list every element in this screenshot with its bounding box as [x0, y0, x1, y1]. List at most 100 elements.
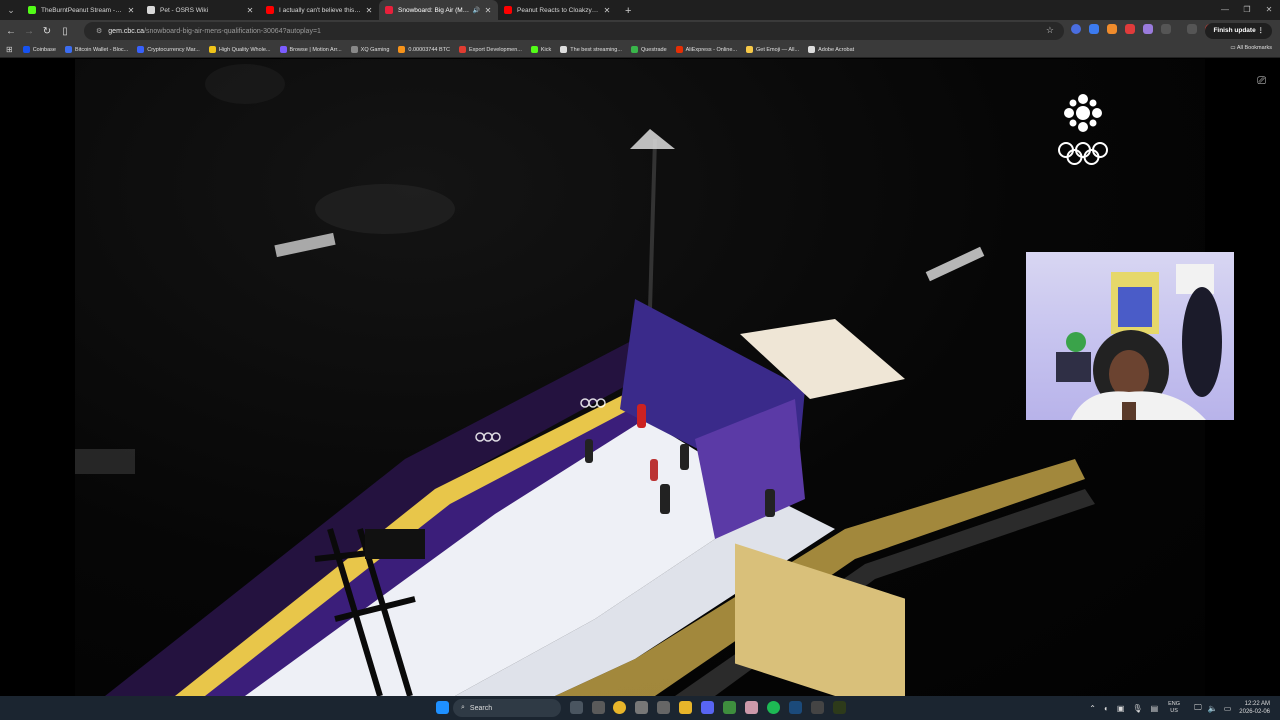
address-bar[interactable]: ⚙ gem.cbc.ca/snowboard-big-air-mens-qual…	[84, 22, 1064, 40]
finish-update-label: Finish update	[1213, 27, 1256, 34]
restore-icon[interactable]: ❐	[1236, 0, 1258, 20]
browser-tab[interactable]: Snowboard: Big Air (Men's 🔊 ✕	[379, 0, 498, 20]
reload-icon[interactable]: ↻	[38, 26, 56, 37]
bookmark-favicon-icon	[208, 46, 216, 53]
tab-strip: ⌄ TheBurntPeanut Stream - Watc ✕ Pet - OSR…	[0, 0, 1280, 20]
apps-grid-icon[interactable]: ⊞	[6, 45, 13, 54]
back-icon[interactable]: ←	[2, 26, 20, 37]
bookmark-item[interactable]: 0.00003744 BTC	[398, 46, 450, 53]
taskbar-app-icon[interactable]	[657, 701, 670, 714]
network-icon[interactable]: 🖵	[1194, 703, 1202, 713]
bookmark-favicon-icon	[279, 46, 287, 53]
volume-icon[interactable]: 🔈	[1208, 704, 1218, 713]
bookmark-label: Export Developmen...	[469, 46, 522, 53]
bookmark-label: Questrade	[640, 46, 667, 53]
bookmark-favicon-icon	[350, 46, 358, 53]
tab-favicon-icon	[266, 6, 274, 14]
bookmark-item[interactable]: Coinbase	[22, 46, 56, 53]
bookmark-item[interactable]: Get Emoji — All...	[746, 46, 799, 53]
bookmark-item[interactable]: The best streaming...	[560, 46, 622, 53]
tab-favicon-icon	[28, 6, 36, 14]
extensions-puzzle-icon[interactable]	[1161, 24, 1171, 34]
tab-close-icon[interactable]: ✕	[484, 6, 492, 15]
taskbar-app-icon[interactable]	[592, 701, 605, 714]
finish-update-button[interactable]: Finish update ⋮	[1205, 23, 1272, 39]
tray-overflow-icon[interactable]: ⌃	[1089, 704, 1096, 713]
browser-tab[interactable]: I actually can't believe this... - Y ✕	[260, 0, 379, 20]
tab-close-icon[interactable]: ✕	[127, 6, 135, 15]
extension-icon[interactable]	[1107, 24, 1117, 34]
bookmark-item[interactable]: Browse | Motion Arr...	[279, 46, 342, 53]
bookmark-item[interactable]: Adobe Acrobat	[808, 46, 854, 53]
discord-icon[interactable]	[701, 701, 714, 714]
bookmark-label: High Quality Whole...	[218, 46, 271, 53]
browser-tab[interactable]: Peanut Reacts to Cloakzy Slip U ✕	[498, 0, 617, 20]
battery-icon[interactable]: ▭	[1224, 704, 1232, 713]
minimize-icon[interactable]: —	[1214, 0, 1236, 20]
new-tab-button[interactable]: +	[625, 5, 631, 17]
tray-app-icon[interactable]: ◐	[1104, 704, 1109, 713]
extension-icon[interactable]	[1071, 24, 1081, 34]
windows-start-icon[interactable]	[436, 701, 449, 714]
bookmark-item[interactable]: Kick	[530, 46, 552, 53]
downloads-icon[interactable]	[1187, 24, 1197, 34]
extension-icon[interactable]	[1143, 24, 1153, 34]
bookmarks-bar: ⊞ Coinbase Bitcoin Wallet - Bloc... Crypto…	[0, 42, 1280, 58]
browser-toolbar: ← → ↻ ▯ ⚙ gem.cbc.ca/snowboard-big-air-m…	[0, 20, 1280, 42]
taskbar-app-icon[interactable]	[635, 701, 648, 714]
taskbar-app-icon[interactable]	[745, 701, 758, 714]
window-controls: — ❐ ✕	[1214, 0, 1280, 20]
tab-title: TheBurntPeanut Stream - Watc	[41, 6, 123, 14]
tab-search-icon[interactable]: ⌄	[2, 1, 20, 19]
task-view-icon[interactable]	[570, 701, 583, 714]
bookmark-favicon-icon	[746, 46, 753, 53]
file-explorer-icon[interactable]	[679, 701, 692, 714]
bookmark-favicon-icon	[22, 46, 30, 53]
tab-close-icon[interactable]: ✕	[246, 6, 254, 15]
extension-icon[interactable]	[1089, 24, 1099, 34]
clock-time: 12:22 AM	[1244, 701, 1270, 707]
input-language[interactable]: ENG US	[1168, 701, 1180, 715]
bookmark-label: Cryptocurrency Mar...	[147, 46, 200, 53]
all-bookmarks-label: All Bookmarks	[1236, 45, 1272, 51]
steam-icon[interactable]	[789, 701, 802, 714]
tray-app-icon[interactable]: ▣	[1117, 704, 1125, 713]
bookmark-label: Kick	[540, 46, 552, 53]
bookmark-item[interactable]: Cryptocurrency Mar...	[137, 46, 200, 53]
tab-close-icon[interactable]: ✕	[603, 6, 611, 15]
bookmark-favicon-icon	[398, 46, 406, 53]
taskbar-app-icon[interactable]	[811, 701, 824, 714]
tab-audio-icon[interactable]: 🔊	[473, 7, 480, 14]
side-panel-icon[interactable]: ▯	[56, 26, 74, 37]
bookmark-item[interactable]: AliExpress - Online...	[675, 46, 737, 53]
bookmark-item[interactable]: Bitcoin Wallet - Bloc...	[64, 46, 128, 53]
bookmark-item[interactable]: XQ Gaming	[350, 46, 390, 53]
bookmark-favicon-icon	[808, 46, 816, 53]
taskbar-app-icon[interactable]	[833, 701, 846, 714]
all-bookmarks-button[interactable]: ▭ All Bookmarks	[1230, 45, 1272, 51]
forward-icon[interactable]: →	[20, 26, 38, 37]
bookmark-label: AliExpress - Online...	[685, 46, 737, 53]
bookmark-item[interactable]: High Quality Whole...	[208, 46, 271, 53]
bookmark-item[interactable]: Questrade	[630, 46, 667, 53]
clock[interactable]: 12:22 AM 2026-02-06	[1239, 700, 1270, 716]
tab-close-icon[interactable]: ✕	[365, 6, 373, 15]
close-window-icon[interactable]: ✕	[1258, 0, 1280, 20]
microphone-icon[interactable]: 🎙	[1132, 704, 1142, 713]
cast-icon[interactable]: ⎚	[1257, 75, 1266, 88]
bookmark-label: XQ Gaming	[360, 46, 390, 53]
bookmark-star-icon[interactable]: ☆	[1046, 25, 1054, 36]
minecraft-icon[interactable]	[723, 701, 736, 714]
bookmark-favicon-icon	[459, 46, 466, 53]
site-info-icon[interactable]: ⚙	[96, 27, 102, 35]
spotify-icon[interactable]	[767, 701, 780, 714]
tray-app-icon[interactable]: ▤	[1151, 704, 1159, 713]
chrome-icon[interactable]	[613, 701, 626, 714]
bookmark-label: Browse | Motion Arr...	[289, 46, 342, 53]
bookmark-item[interactable]: Export Developmen...	[459, 46, 522, 53]
video-player[interactable]: ⎚	[0, 59, 1280, 696]
browser-tab[interactable]: Pet - OSRS Wiki ✕	[141, 0, 260, 20]
taskbar-search[interactable]: ⌕ Search	[453, 699, 561, 717]
extension-icon[interactable]	[1125, 24, 1135, 34]
browser-tab[interactable]: TheBurntPeanut Stream - Watc ✕	[22, 0, 141, 20]
